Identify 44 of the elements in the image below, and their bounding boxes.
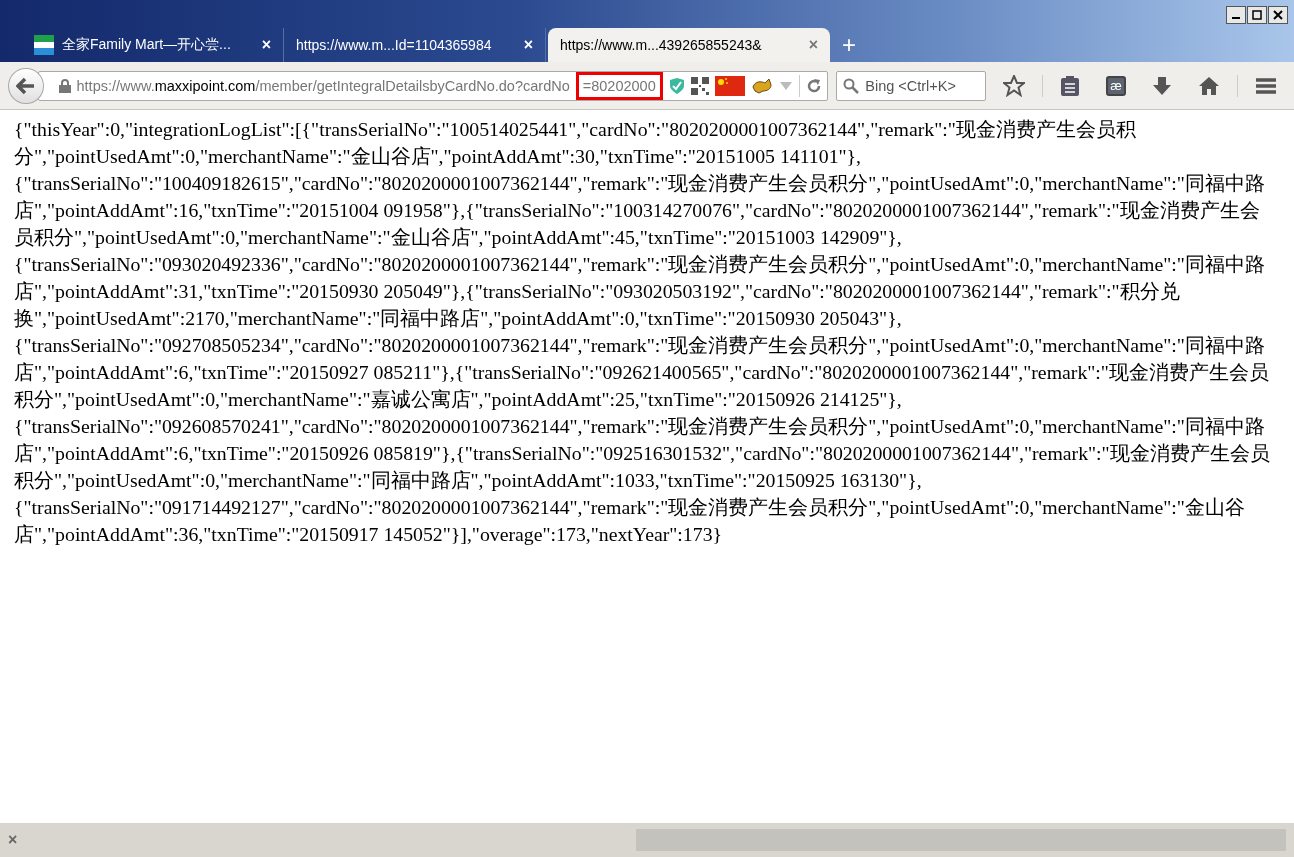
minimize-button[interactable]	[1226, 6, 1246, 24]
new-tab-button[interactable]: +	[830, 28, 868, 62]
json-text-line: 员积分","pointUsedAmt":0,"merchantName":"金山谷店","pointAddAmt":45,"txnTime":"20151003 142909"},	[14, 225, 902, 250]
json-text-line: 店","pointAddAmt":16,"txnTime":"20151004 091958"},{"transSerialNo":"100314270076","cardNo":"8020200001007362144","remark":"现金消费产生会	[14, 198, 1260, 223]
addon-button[interactable]: æ	[1106, 75, 1126, 96]
reload-icon[interactable]	[805, 77, 822, 94]
json-text-line: {"transSerialNo":"092708505234","cardNo":"8020200001007362144","remark":"现金消费产生会员积分","pointUsedAmt":0,"merchantName":"同福中路	[14, 333, 1265, 358]
back-arrow-icon	[15, 76, 36, 95]
json-text-line: 店","pointAddAmt":6,"txnTime":"20150926 085819"},{"transSerialNo":"092516301532","cardNo":"8020200001007362144","remark":"现金消费产生会员	[14, 441, 1270, 466]
json-text-line: {"thisYear":0,"integrationLogList":[{"transSerialNo":"100514025441","cardNo":"8020200001007362144","remark":"现金消费产生会员积	[14, 117, 1136, 142]
tab-title: https://www.m...439265855243&	[560, 37, 763, 53]
json-text-line: {"transSerialNo":"092608570241","cardNo":"8020200001007362144","remark":"现金消费产生会员积分","pointUsedAmt":0,"merchantName":"同福中路	[14, 414, 1265, 439]
tab-close-button[interactable]: ×	[261, 36, 271, 54]
back-button[interactable]	[8, 67, 44, 104]
address-bar[interactable]: https://www.maxxipoint.com/member/getIntegralDetailsbyCardNo.do?cardNo =80202000	[37, 70, 829, 101]
json-text-line: 换","pointUsedAmt":2170,"merchantName":"同福中路店","pointAddAmt":0,"txnTime":"20150930 205043"},	[14, 306, 902, 331]
search-field[interactable]: Bing <Ctrl+K>	[836, 70, 987, 101]
status-close-button[interactable]: ×	[8, 831, 18, 849]
json-text-line: 积分","pointUsedAmt":0,"merchantName":"同福中路店","pointAddAmt":1033,"txnTime":"20150925 163130"},	[14, 468, 922, 493]
minimize-icon	[1232, 17, 1240, 19]
qr-code-icon[interactable]	[690, 76, 709, 95]
flag-icon[interactable]	[714, 75, 745, 96]
search-icon	[843, 77, 860, 94]
json-text-line: 积分","pointUsedAmt":0,"merchantName":"嘉诚公寓店","pointAddAmt":25,"txnTime":"20150926 214125"},	[14, 387, 902, 412]
json-text-line: 店","pointAddAmt":31,"txnTime":"20150930 205049"},{"transSerialNo":"093020503192","cardNo":"8020200001007362144","remark":"积分兑	[14, 279, 1180, 304]
json-text-line: {"transSerialNo":"100409182615","cardNo":"8020200001007362144","remark":"现金消费产生会员积分","pointUsedAmt":0,"merchantName":"同福中路	[14, 171, 1265, 196]
json-text-line: 店","pointAddAmt":6,"txnTime":"20150927 085211"},{"transSerialNo":"092621400565","cardNo":"8020200001007362144","remark":"现金消费产生会员	[14, 360, 1269, 385]
tab-close-button[interactable]: ×	[523, 36, 533, 54]
favicon-icon	[34, 35, 54, 55]
close-icon	[1273, 10, 1283, 20]
json-text-line: 店","pointAddAmt":36,"txnTime":"20150917 145052"}],"overage":173,"nextYear":173}	[14, 522, 723, 547]
json-text-line: {"transSerialNo":"093020492336","cardNo":"8020200001007362144","remark":"现金消费产生会员积分","pointUsedAmt":0,"merchantName":"同福中路	[14, 252, 1265, 277]
highlighted-url-part: =80202000	[575, 71, 663, 100]
tab-title: https://www.m...Id=1104365984	[296, 37, 493, 53]
lock-icon	[58, 78, 71, 93]
tab-close-button[interactable]: ×	[808, 36, 818, 54]
json-text-line: {"transSerialNo":"091714492127","cardNo":"8020200001007362144","remark":"现金消费产生会员积分","pointUsedAmt":0,"merchantName":"金山谷	[14, 495, 1245, 520]
maximize-button[interactable]	[1247, 6, 1267, 24]
json-text-line: 分","pointUsedAmt":0,"merchantName":"金山谷店","pointAddAmt":30,"txnTime":"20151005 141101"},	[14, 144, 862, 169]
url-text: https://www.maxxipoint.com/member/getIntegralDetailsbyCardNo.do?cardNo	[76, 77, 570, 94]
close-button[interactable]	[1268, 6, 1288, 24]
browser-tab[interactable]: https://www.m...439265855243& ×	[548, 28, 830, 62]
tab-title: 全家Family Mart—开心尝...	[62, 36, 232, 54]
maximize-icon	[1252, 10, 1262, 20]
